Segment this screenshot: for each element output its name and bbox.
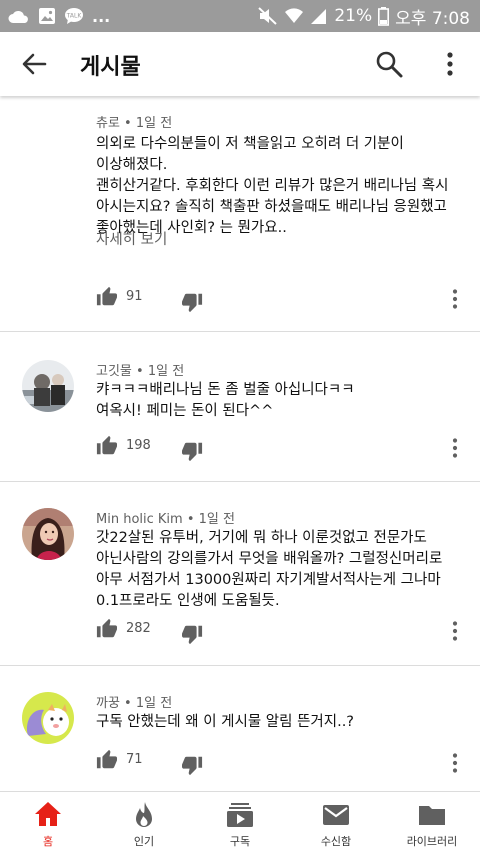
signal-icon [311, 9, 327, 24]
comment-text: 구독 안했는데 왜 이 게시물 알림 뜬거지..? [96, 714, 355, 730]
thumbs-down-icon[interactable] [181, 754, 203, 776]
search-icon[interactable] [374, 49, 404, 79]
nav-library[interactable]: 라이브러리 [384, 792, 480, 853]
comment-options-icon[interactable] [446, 437, 464, 459]
comment-item: 까꿍 • 1일 전 구독 안했는데 왜 이 게시물 알림 뜬거지..? 71 [0, 666, 480, 791]
nav-label: 라이브러리 [406, 835, 458, 848]
battery-percent: 21% [334, 6, 373, 26]
subscriptions-icon [227, 803, 253, 827]
nav-inbox[interactable]: 수신함 [288, 792, 384, 853]
comment-meta: Min holic Kim • 1일 전 [96, 512, 235, 527]
nav-home[interactable]: 홈 [0, 792, 96, 853]
avatar[interactable] [22, 360, 74, 412]
comment-item: 츄로 • 1일 전 의외로 다수의분들이 저 책을읽고 오히려 더 기분이 이상… [0, 96, 480, 332]
like-count: 91 [126, 289, 143, 304]
system-icons: 21% 오후 7:08 [258, 4, 470, 29]
svg-text:TALK: TALK [66, 13, 83, 20]
comment-author[interactable]: Min holic Kim [96, 512, 183, 527]
more-vert-icon[interactable] [437, 50, 463, 78]
trending-icon [136, 802, 152, 827]
page-title: 게시물 [80, 55, 141, 80]
nav-label: 수신함 [320, 835, 352, 848]
thumbs-up-icon[interactable] [96, 435, 118, 457]
thumbs-down-icon[interactable] [181, 623, 203, 645]
comment-time: 1일 전 [135, 696, 173, 711]
comment-meta: 츄로 • 1일 전 [96, 116, 173, 131]
app-bar: 게시물 [0, 32, 480, 96]
avatar[interactable] [22, 508, 74, 560]
home-icon [35, 802, 61, 826]
comment-text: 의외로 다수의분들이 저 책을읽고 오히려 더 기분이 이상해졌다. 괜히산거같… [96, 136, 449, 236]
talk-icon: TALK [65, 8, 83, 24]
comment-author[interactable]: 츄로 [96, 116, 120, 131]
comment-text: 갓22살된 유투버, 거기에 뭐 하나 이룬것없고 전문가도 아닌사람의 강의를… [96, 530, 443, 609]
nav-label: 홈 [42, 835, 54, 848]
status-bar: TALK ... 21% 오후 7:08 [0, 0, 480, 32]
inbox-icon [323, 805, 349, 825]
nav-subscriptions[interactable]: 구독 [192, 792, 288, 853]
cloud-icon [8, 11, 28, 23]
wifi-icon [285, 8, 304, 23]
nav-label: 구독 [229, 835, 251, 848]
nav-label: 인기 [133, 835, 155, 848]
battery-icon [378, 6, 390, 26]
bottom-nav: 홈 인기 구독 수신함 라이브러리 [0, 791, 480, 853]
clock: 오후 7:08 [395, 8, 470, 29]
thumbs-down-icon[interactable] [181, 291, 203, 313]
library-icon [419, 806, 445, 825]
comment-author[interactable]: 까꿍 [96, 696, 120, 711]
like-count: 282 [126, 621, 151, 636]
comment-options-icon[interactable] [446, 752, 464, 774]
comment-options-icon[interactable] [446, 620, 464, 642]
avatar[interactable] [22, 692, 74, 744]
like-count: 198 [126, 438, 151, 453]
thumbs-up-icon[interactable] [96, 749, 118, 771]
image-icon [39, 8, 55, 24]
comment-author[interactable]: 고깃물 [96, 364, 132, 379]
notification-icons: TALK ... [8, 6, 110, 26]
thumbs-up-icon[interactable] [96, 286, 118, 308]
thumbs-down-icon[interactable] [181, 440, 203, 462]
comment-meta: 고깃물 • 1일 전 [96, 364, 185, 379]
comment-text: 캬ㅋㅋㅋ배리나님 돈 좀 벌줄 아십니다ㅋㅋ 여옥시! 페미는 돈이 된다^^ [96, 382, 355, 419]
comment-item: 고깃물 • 1일 전 캬ㅋㅋㅋ배리나님 돈 좀 벌줄 아십니다ㅋㅋ 여옥시! 페… [0, 332, 480, 482]
comment-time: 1일 전 [198, 512, 235, 527]
more-notifications: ... [92, 6, 111, 26]
comment-options-icon[interactable] [446, 288, 464, 310]
like-count: 71 [126, 752, 143, 767]
comment-time: 1일 전 [147, 364, 185, 379]
read-more-link[interactable]: 자세히 보기 [96, 228, 167, 249]
thumbs-up-icon[interactable] [96, 618, 118, 640]
comment-item: Min holic Kim • 1일 전 갓22살된 유투버, 거기에 뭐 하나… [0, 482, 480, 666]
back-arrow-icon[interactable] [20, 50, 48, 78]
nav-trending[interactable]: 인기 [96, 792, 192, 853]
comment-meta: 까꿍 • 1일 전 [96, 696, 173, 711]
mute-icon [258, 7, 278, 25]
comment-time: 1일 전 [135, 116, 173, 131]
